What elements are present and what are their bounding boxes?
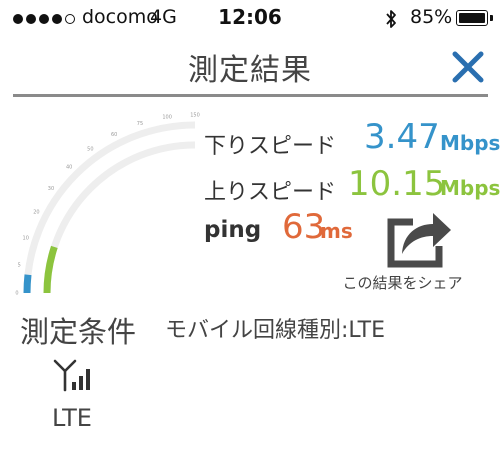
cell-signal-icon — [52, 358, 96, 396]
conditions-title: 測定条件 — [20, 315, 137, 349]
share-label: この結果をシェア — [342, 274, 463, 292]
ping-value: 63 — [282, 207, 326, 247]
battery-nub — [490, 15, 493, 21]
upload-value: 10.15 — [348, 164, 446, 204]
share-button[interactable]: この結果をシェア — [335, 200, 470, 300]
status-bar: docomo 4G 12:06 85% — [0, 0, 500, 38]
close-button[interactable] — [448, 46, 488, 86]
upload-arc — [43, 245, 58, 294]
battery-icon — [456, 10, 488, 26]
gauge-tick-label: 5 — [18, 263, 21, 269]
download-unit: Mbps — [440, 131, 500, 155]
gauge-tick-label: 30 — [48, 186, 54, 192]
gauge-tick-label: 150 — [190, 113, 200, 119]
upload-label: 上りスピード — [204, 180, 337, 205]
network-label: LTE — [52, 404, 92, 432]
gauge-tick-label: 50 — [87, 146, 93, 152]
gauge-tick-label: 60 — [111, 132, 117, 138]
gauge-tick-label: 10 — [23, 235, 29, 241]
download-label: 下りスピード — [204, 134, 337, 159]
header-divider — [13, 94, 488, 97]
download-arc — [23, 274, 32, 294]
battery-percent: 85% — [410, 6, 453, 28]
upload-unit: Mbps — [440, 176, 500, 200]
mobile-line-type: モバイル回線種別:LTE — [165, 318, 385, 343]
page-title: 測定結果 — [188, 53, 312, 88]
gauge-tick-label: 20 — [33, 210, 39, 216]
bluetooth-icon — [384, 8, 398, 34]
close-icon — [452, 51, 484, 83]
gauge-tick-label: 75 — [137, 121, 143, 127]
ping-label: ping — [204, 217, 262, 243]
speed-gauge: 0 5 10 20 30 40 50 60 75 100 150 — [15, 113, 200, 297]
battery-fill — [459, 13, 485, 23]
gauge-tick-label: 100 — [162, 115, 172, 121]
gauge-tick-label: 40 — [66, 165, 72, 171]
gauge-tick-label: 0 — [15, 291, 18, 297]
download-value: 3.47 — [364, 117, 440, 157]
share-icon — [387, 213, 451, 268]
